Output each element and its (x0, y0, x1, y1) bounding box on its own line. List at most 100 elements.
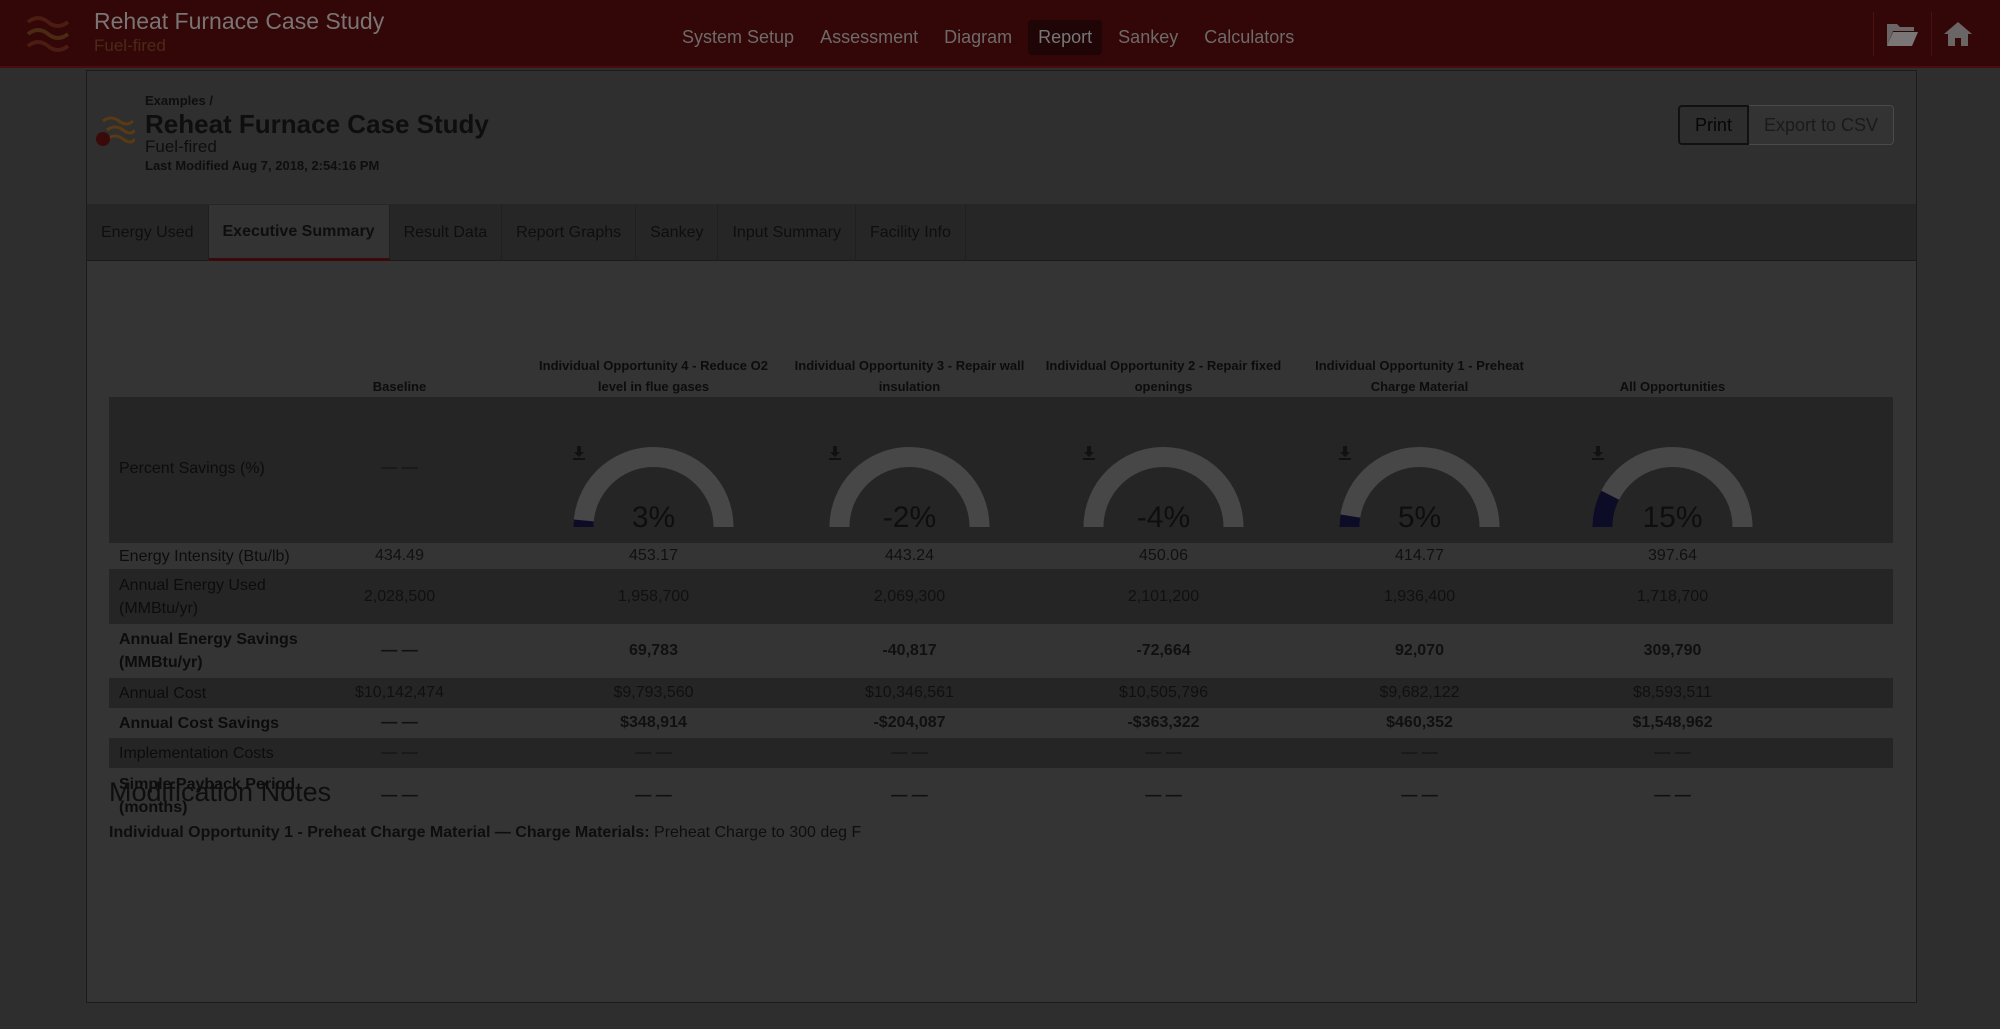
table-cell: 92,070 (1395, 642, 1444, 659)
table-cell: $10,346,561 (865, 684, 954, 701)
table-cell: — — (381, 714, 418, 731)
modification-note-text: Preheat Charge to 300 deg F (654, 824, 862, 841)
table-cell: — — (891, 787, 928, 804)
table-cell: 397.64 (1648, 547, 1697, 564)
report-tabs: Energy Used Executive Summary Result Data R… (87, 205, 1916, 261)
tab-sankey[interactable]: Sankey (636, 205, 719, 261)
percent-savings-gauge: -4% (1036, 397, 1291, 543)
table-row: Implementation Costs — — — — — — — — — — — — (109, 738, 1893, 768)
table-cell: — — (635, 744, 672, 761)
app-subtitle: Fuel-fired (94, 36, 166, 55)
table-cell: — — (1145, 787, 1182, 804)
tab-report-graphs[interactable]: Report Graphs (502, 205, 637, 261)
column-header: Individual Opportunity 1 - Preheat Charg… (1315, 358, 1524, 394)
table-cell: 414.77 (1395, 547, 1444, 564)
baseline-cell: — — (381, 459, 418, 476)
table-cell: — — (381, 642, 418, 659)
main-nav: System Setup Assessment Diagram Report Sanke… (672, 20, 1304, 55)
table-cell: 309,790 (1643, 642, 1702, 659)
modification-note-label: Individual Opportunity 1 - Preheat Charg… (109, 824, 650, 841)
table-cell: 1,936,400 (1383, 587, 1456, 605)
table-cell: $1,548,962 (1632, 714, 1713, 731)
nav-report[interactable]: Report (1028, 20, 1103, 55)
gauge-value: -4% (1136, 501, 1191, 534)
table-cell: 450.06 (1139, 547, 1188, 564)
export-csv-button[interactable]: Export to CSV (1748, 105, 1894, 145)
table-cell: $460,352 (1386, 714, 1453, 731)
app-title: Reheat Furnace Case Study (94, 8, 385, 34)
table-cell: -40,817 (882, 642, 937, 659)
nav-system-setup[interactable]: System Setup (672, 20, 804, 55)
nav-diagram[interactable]: Diagram (934, 20, 1022, 55)
divider (1931, 12, 1932, 56)
table-cell: 2,028,500 (363, 587, 436, 605)
percent-savings-gauge: 5% (1292, 397, 1547, 543)
table-cell: — — (891, 744, 928, 761)
table-cell: 69,783 (629, 642, 678, 659)
table-cell: -$204,087 (873, 714, 946, 731)
tab-energy-used[interactable]: Energy Used (87, 205, 209, 261)
gauge-value: -2% (882, 501, 937, 534)
home-icon[interactable] (1936, 12, 1980, 56)
nav-assessment[interactable]: Assessment (810, 20, 928, 55)
table-cell: 2,101,200 (1127, 587, 1200, 605)
column-header: Individual Opportunity 4 - Reduce O2 lev… (539, 358, 768, 394)
table-cell: -72,664 (1136, 642, 1191, 659)
table-cell: 434.49 (375, 547, 424, 564)
table-cell: $10,142,474 (355, 684, 444, 701)
table-cell: -$363,322 (1127, 714, 1200, 731)
modification-notes-title: Modification Notes (109, 777, 332, 807)
percent-savings-gauge: 3% (526, 397, 781, 543)
last-modified: Last Modified Aug 7, 2018, 2:54:16 PM (145, 158, 380, 173)
gauge-value: 3% (631, 501, 676, 534)
breadcrumb[interactable]: Examples / (145, 93, 213, 108)
gauge-value: 5% (1397, 501, 1442, 534)
gauge-value: 15% (1642, 501, 1703, 534)
report-actions: Print Export to CSV (1677, 105, 1894, 145)
table-cell: — — (381, 744, 418, 761)
tab-facility-info[interactable]: Facility Info (856, 205, 966, 261)
divider (1873, 12, 1874, 56)
assessment-furnace-icon (96, 116, 135, 146)
table-cell: $348,914 (620, 714, 687, 731)
table-cell: — — (1145, 744, 1182, 761)
percent-savings-gauge: -2% (782, 397, 1037, 543)
top-bar: Reheat Furnace Case Study Fuel-fired Sys… (0, 0, 2000, 68)
table-row: Simple Payback Period (months) — — — — — — —… (109, 768, 1893, 824)
report-panel: Examples / Reheat Furnace Case Study Fue… (86, 70, 1917, 1003)
nav-calculators[interactable]: Calculators (1194, 20, 1304, 55)
percent-savings-gauge: 15% (1545, 397, 1800, 543)
tab-result-data[interactable]: Result Data (390, 205, 503, 261)
modification-note: Individual Opportunity 1 - Preheat Charg… (109, 824, 861, 842)
folder-open-icon[interactable] (1880, 12, 1924, 56)
table-row: Annual Cost $10,142,474 $9,793,560 $10,346,… (109, 678, 1893, 708)
column-header: All Opportunities (1619, 379, 1726, 394)
table-cell: 453.17 (629, 547, 678, 564)
table-cell: $9,793,560 (613, 684, 694, 701)
table-row: Energy Intensity (Btu/lb) 434.49 453.17 443… (109, 543, 1893, 569)
table-cell: — — (1401, 744, 1438, 761)
assessment-header: Examples / Reheat Furnace Case Study Fue… (87, 71, 1916, 205)
table-cell: $8,593,511 (1633, 684, 1712, 701)
table-row: Annual Energy Savings (MMBtu/yr) — —69,78… (109, 624, 1893, 678)
column-header: Individual Opportunity 2 - Repair fixed … (1045, 358, 1282, 394)
column-header: Baseline (372, 379, 427, 394)
table-row: Annual Cost Savings — — $348,914 -$204,087-… (109, 708, 1893, 738)
percent-savings-row: Percent Savings (%) — —3% -2% -4% 5% 15% (109, 397, 1893, 543)
tab-executive-summary[interactable]: Executive Summary (208, 205, 390, 261)
table-cell: — — (1654, 787, 1691, 804)
table-cell: 1,958,700 (617, 587, 690, 605)
tab-input-summary[interactable]: Input Summary (718, 205, 856, 261)
print-button[interactable]: Print (1677, 105, 1749, 145)
table-cell: 1,718,700 (1636, 587, 1709, 605)
column-header: Individual Opportunity 3 - Repair wall i… (794, 358, 1025, 394)
page-title: Reheat Furnace Case Study (145, 109, 489, 139)
table-cell: — — (1654, 744, 1691, 761)
table-cell: — — (635, 787, 672, 804)
table-row: Annual Energy Used (MMBtu/yr) 2,028,500 1,… (109, 569, 1893, 624)
table-cell: $10,505,796 (1119, 684, 1208, 701)
table-cell: $9,682,122 (1379, 684, 1460, 701)
table-cell: 443.24 (885, 547, 934, 564)
page-subtitle: Fuel-fired (145, 137, 217, 156)
nav-sankey[interactable]: Sankey (1108, 20, 1188, 55)
